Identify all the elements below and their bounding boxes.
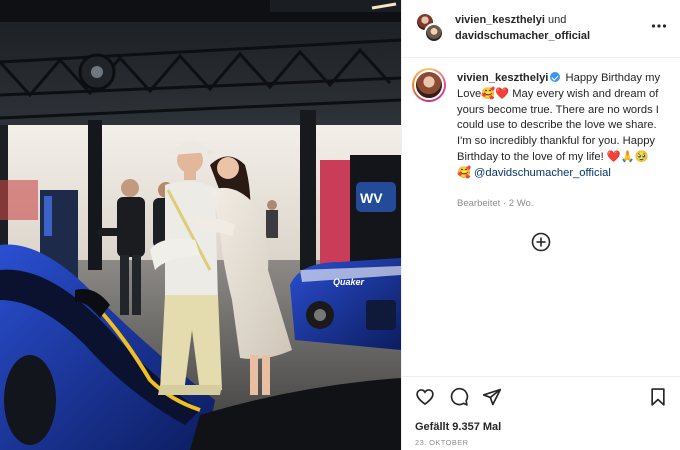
post-date[interactable]: 23. OKTOBER [415, 438, 468, 447]
likes-count[interactable]: Gefällt 9.357 Mal [415, 421, 501, 433]
avatar[interactable] [424, 23, 444, 43]
caption-section: vivien_keszthelyi Happy Birthday my Love… [402, 58, 680, 376]
avatar[interactable] [412, 68, 446, 102]
caption-text: vivien_keszthelyi Happy Birthday my Love… [457, 71, 662, 182]
plus-circle-icon[interactable] [531, 232, 551, 252]
caption-username[interactable]: vivien_keszthelyi [457, 72, 548, 84]
meta-separator: · [502, 198, 507, 209]
caption-meta: Bearbeitet · 2 Wo. [457, 198, 533, 209]
username-link[interactable]: davidschumacher_official [455, 30, 590, 42]
more-horizontal-icon[interactable] [651, 18, 667, 34]
conjunction-text: und [547, 14, 567, 26]
post-photo-image: WV Quaker [0, 0, 401, 450]
post-header: vivien_keszthelyi und davidschumacher_of… [402, 0, 680, 58]
post-photo[interactable]: WV Quaker [0, 0, 401, 450]
comment-icon[interactable] [449, 387, 469, 407]
mention-link[interactable]: @davidschumacher_official [474, 167, 611, 179]
collab-usernames: vivien_keszthelyi und davidschumacher_of… [455, 12, 645, 44]
wv-logo-text: WV [360, 190, 383, 206]
heart-icon[interactable] [415, 387, 435, 407]
collab-avatars[interactable] [415, 12, 445, 44]
caption-body: Happy Birthday my Love🥰❤️ May every wish… [457, 72, 661, 179]
edited-label: Bearbeitet [457, 198, 501, 209]
send-icon[interactable] [482, 387, 502, 407]
post-age[interactable]: 2 Wo. [509, 198, 534, 209]
verified-badge-icon [550, 72, 561, 82]
post-actions: Gefällt 9.357 Mal 23. OKTOBER [402, 376, 680, 450]
bookmark-icon[interactable] [648, 387, 668, 407]
post-side-panel: vivien_keszthelyi und davidschumacher_of… [401, 0, 680, 450]
car-sponsor-text: Quaker [333, 277, 365, 287]
username-link[interactable]: vivien_keszthelyi [455, 14, 545, 26]
